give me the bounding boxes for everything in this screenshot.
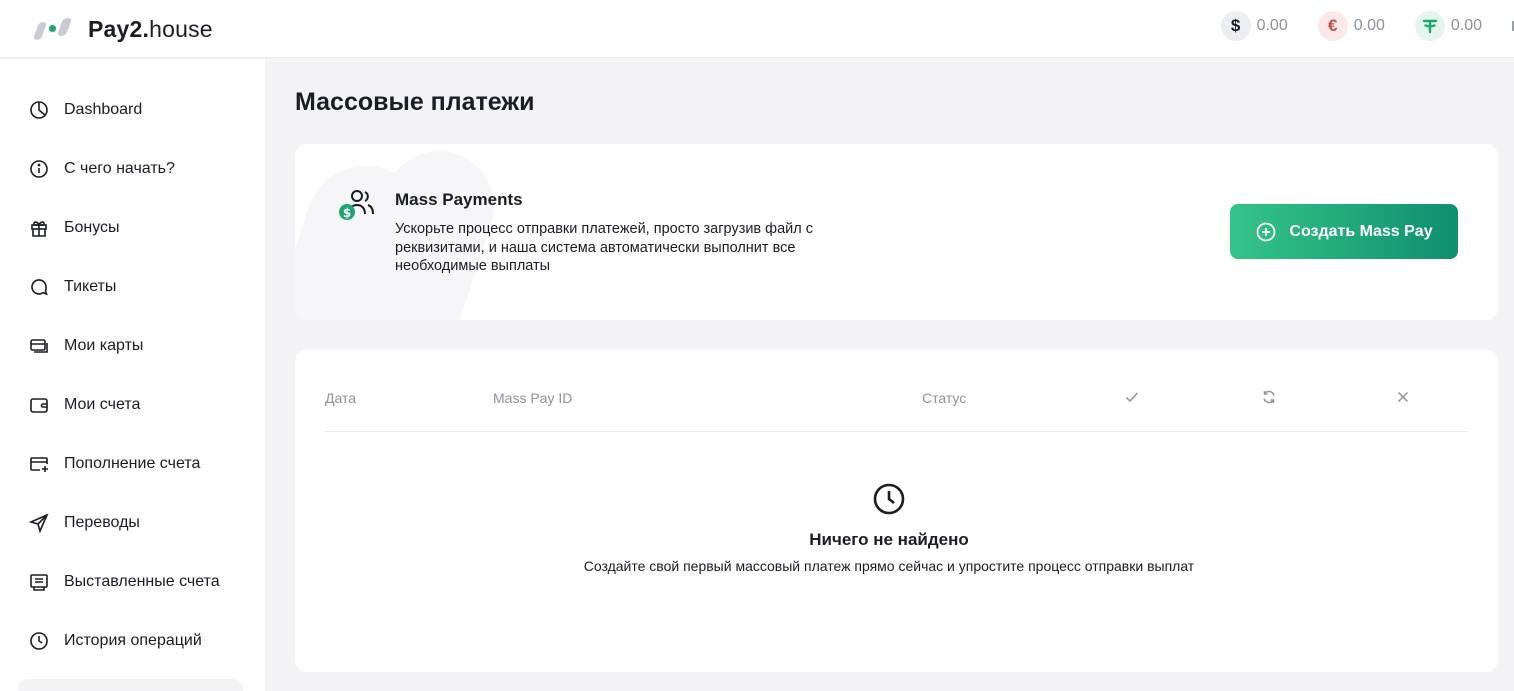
sidebar-item-my-cards[interactable]: Мои карты [28, 331, 143, 361]
logo-suffix: house [149, 15, 213, 42]
card-add-icon [30, 457, 48, 472]
sidebar-item-bonuses[interactable]: Бонусы [28, 213, 120, 243]
sidebar-item-label: Переводы [64, 514, 140, 531]
column-header-date[interactable]: Дата [325, 390, 356, 406]
invoice-icon [30, 574, 48, 591]
cards-icon [30, 339, 48, 353]
gift-icon [31, 221, 47, 237]
sidebar-item-label: С чего начать? [64, 160, 175, 177]
logo-mark-icon [32, 16, 78, 42]
column-header-status[interactable]: Статус [922, 390, 966, 406]
mass-payments-description: Ускорьте процесс отправки платежей, прос… [395, 221, 814, 274]
empty-state-description: Создайте свой первый массовый платеж пря… [583, 558, 1195, 574]
clock-icon [873, 483, 905, 515]
logo[interactable]: Pay2.house [32, 12, 213, 46]
logo-brand: Pay2. [88, 15, 150, 42]
mass-payments-title: Mass Payments [395, 190, 523, 209]
balance-usdt-value: 0.00 [1450, 17, 1482, 34]
table-header-divider [325, 431, 1468, 432]
close-icon[interactable] [1395, 389, 1411, 405]
column-header-mass-pay-id[interactable]: Mass Pay ID [493, 390, 572, 406]
dollar-icon: $ [1220, 11, 1251, 41]
top-header: Pay2.house $ 0.00 € 0.00 0.00 [0, 0, 1514, 58]
balance-eur[interactable]: € 0.00 [1317, 11, 1385, 41]
sidebar-item-transfers[interactable]: Переводы [28, 508, 140, 538]
tether-icon [1414, 11, 1445, 41]
clock-icon [30, 632, 48, 650]
mass-pay-table: Дата Mass Pay ID Статус Ничего не найден… [295, 350, 1498, 672]
sidebar-item-label: Мои карты [64, 337, 144, 354]
sidebar-item-label: Мои счета [64, 396, 141, 413]
sidebar-item-label: История операций [64, 632, 202, 649]
create-mass-pay-button[interactable]: Создать Mass Pay [1230, 204, 1458, 259]
page-title: Массовые платежи [295, 88, 535, 116]
sidebar-item-my-accounts[interactable]: Мои счета [28, 390, 140, 420]
sidebar-item-invoices[interactable]: Выставленные счета [28, 567, 220, 597]
wallet-icon [30, 398, 48, 413]
sidebar-item-label: Пополнение счета [64, 455, 201, 472]
balance-eur-value: 0.00 [1353, 17, 1385, 34]
balance-usdt[interactable]: 0.00 [1414, 11, 1482, 41]
sidebar-item-label: Бонусы [64, 219, 120, 236]
sidebar-item-label: Тикеты [64, 278, 117, 295]
users-payment-icon: $ [339, 190, 374, 220]
chat-bubble-icon [31, 279, 48, 296]
sidebar-bottom-panel [18, 679, 243, 691]
check-icon[interactable] [1124, 389, 1140, 405]
sidebar-item-tickets[interactable]: Тикеты [28, 272, 116, 302]
sidebar-item-dashboard[interactable]: Dashboard [28, 95, 142, 125]
sidebar-item-label: Выставленные счета [64, 573, 220, 590]
sidebar-item-label: Dashboard [64, 101, 143, 118]
sidebar-item-getting-started[interactable]: С чего начать? [28, 154, 175, 184]
sidebar: Dashboard С чего начать? Бонусы Тикеты М… [0, 59, 265, 691]
balance-usd-value: 0.00 [1256, 17, 1288, 34]
pie-chart-icon [30, 101, 48, 119]
mass-payments-card: $ Mass Payments Ускорьте процесс отправк… [295, 144, 1498, 320]
plus-circle-icon [1257, 222, 1276, 241]
balances: $ 0.00 € 0.00 0.00 [1220, 10, 1514, 42]
create-mass-pay-label: Создать Mass Pay [1289, 222, 1433, 240]
euro-icon: € [1317, 11, 1348, 41]
send-icon [28, 513, 49, 534]
balance-usd[interactable]: $ 0.00 [1220, 11, 1288, 41]
refresh-icon[interactable] [1261, 389, 1277, 405]
info-icon [30, 160, 48, 178]
empty-state-title: Ничего не найдено [809, 530, 969, 549]
logo-text: Pay2.house [88, 16, 213, 43]
svg-text:$: $ [343, 206, 351, 220]
sidebar-item-history[interactable]: История операций [28, 626, 202, 656]
sidebar-item-top-up[interactable]: Пополнение счета [28, 449, 200, 479]
